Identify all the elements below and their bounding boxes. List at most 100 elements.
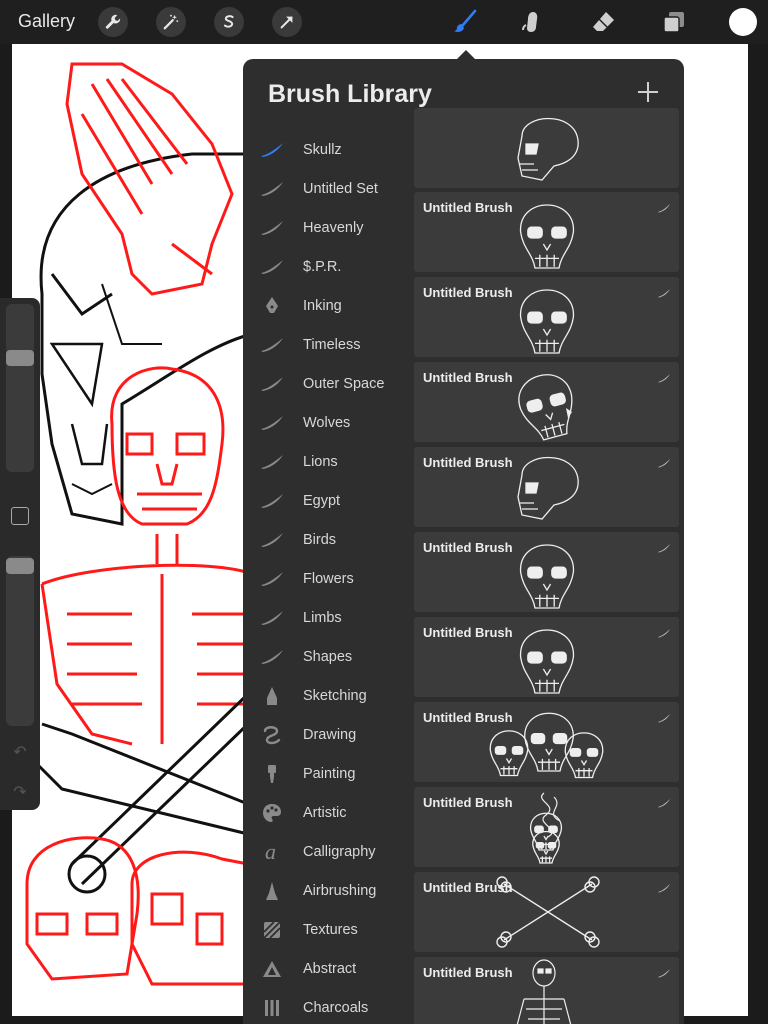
brush-set-label: Flowers [303,570,354,587]
brush-set-label: Wolves [303,414,351,431]
brush-name: Untitled Brush [423,625,513,640]
brush-set-item[interactable]: Shapes [243,637,408,676]
panel-title: Brush Library [268,80,432,108]
brush-set-item[interactable]: Sketching [243,676,408,715]
brush-card[interactable] [414,108,679,188]
brush-card[interactable]: Untitled Brush [414,447,679,527]
opacity-handle[interactable] [6,558,34,574]
paint-brush-icon [259,763,285,785]
brush-name: Untitled Brush [423,795,513,810]
brush-set-label: Inking [303,297,342,314]
brush-set-item[interactable]: a Calligraphy [243,832,408,871]
brush-name: Untitled Brush [423,965,513,980]
brush-set-item[interactable]: Wolves [243,403,408,442]
brush-set-item[interactable]: Charcoals [243,988,408,1024]
brush-set-label: Skullz [303,141,342,158]
brush-set-item[interactable]: Outer Space [243,364,408,403]
brush-card[interactable]: Untitled Brush [414,787,679,867]
brush-set-item[interactable]: Textures [243,910,408,949]
brush-set-label: Egypt [303,492,341,509]
brush-set-item[interactable]: Lions [243,442,408,481]
brush-set-item[interactable]: Artistic [243,793,408,832]
brush-set-label: Airbrushing [303,882,377,899]
brush-set-item[interactable]: Birds [243,520,408,559]
brush-set-label: Artistic [303,804,347,821]
plus-icon[interactable] [636,80,660,104]
modify-button[interactable] [11,507,29,525]
brush-card[interactable]: Untitled Brush [414,702,679,782]
brush-set-item[interactable]: Timeless [243,325,408,364]
redo-icon[interactable]: ↷ [10,782,30,802]
brush-size-slider[interactable] [6,304,34,472]
brush-stroke-icon [259,568,285,590]
brush-name: Untitled Brush [423,285,513,300]
brush-set-label: Textures [303,921,358,938]
brush-size-handle[interactable] [6,350,34,366]
brush-set-label: Birds [303,531,337,548]
brush-card[interactable]: Untitled Brush [414,192,679,272]
left-sidebar: ↶ ↷ [0,298,40,810]
brush-stroke-icon [657,285,671,298]
brush-stroke-icon [657,795,671,808]
brush-name: Untitled Brush [423,455,513,470]
svg-text:a: a [265,842,276,862]
brush-name: Untitled Brush [423,880,513,895]
brush-set-item[interactable]: Flowers [243,559,408,598]
brush-name: Untitled Brush [423,540,513,555]
undo-icon[interactable]: ↶ [10,742,30,762]
brush-stroke-icon [259,256,285,278]
brush-card[interactable]: Untitled Brush [414,362,679,442]
brush-set-item[interactable]: Egypt [243,481,408,520]
brush-stroke-icon [259,607,285,629]
brush-set-item[interactable]: Painting [243,754,408,793]
brush-set-item[interactable]: Inking [243,286,408,325]
brush-set-label: $.P.R. [303,258,342,275]
palette-icon [259,802,285,824]
brush-stroke-icon [259,178,285,200]
selection-s-icon[interactable] [214,7,244,37]
pencil-tip-icon [259,685,285,707]
brush-stroke-icon [259,217,285,239]
brush-card[interactable]: Untitled Brush [414,532,679,612]
brush-icon[interactable] [449,6,481,38]
brush-set-item[interactable]: $.P.R. [243,247,408,286]
brush-stroke-icon [657,965,671,978]
brush-set-item[interactable]: Drawing [243,715,408,754]
brush-set-label: Heavenly [303,219,364,236]
brush-set-item[interactable]: Skullz [243,130,408,169]
texture-icon [259,919,285,941]
brush-stroke-icon [657,455,671,468]
opacity-slider[interactable] [6,556,34,726]
brush-set-label: Timeless [303,336,361,353]
wrench-icon[interactable] [98,7,128,37]
brush-card[interactable]: Untitled Brush [414,277,679,357]
brush-card[interactable]: Untitled Brush [414,872,679,952]
brush-library-panel: Brush Library Skullz Untitled Set Heavenly… [243,59,684,1024]
charcoal-icon [259,997,285,1019]
brush-set-label: Shapes [303,648,353,665]
gallery-button[interactable]: Gallery [18,11,75,32]
brush-stroke-icon [657,625,671,638]
brush-stroke-icon [259,139,285,161]
brush-set-item[interactable]: Limbs [243,598,408,637]
calligraphy-a-icon: a [259,841,285,863]
transform-arrow-icon[interactable] [272,7,302,37]
brush-card[interactable]: Untitled Brush [414,957,679,1024]
color-picker[interactable] [729,8,757,36]
smudge-icon[interactable] [516,6,548,38]
layers-icon[interactable] [658,6,690,38]
brush-stroke-icon [259,373,285,395]
magic-wand-icon[interactable] [156,7,186,37]
brush-set-label: Limbs [303,609,342,626]
eraser-icon[interactable] [588,6,620,38]
brush-set-item[interactable]: Untitled Set [243,169,408,208]
brush-set-item[interactable]: Airbrushing [243,871,408,910]
pen-nib-icon [259,295,285,317]
brush-set-label: Abstract [303,960,357,977]
brush-name: Untitled Brush [423,710,513,725]
brush-stroke-icon [657,200,671,213]
brush-card[interactable]: Untitled Brush [414,617,679,697]
brush-set-item[interactable]: Abstract [243,949,408,988]
brush-set-item[interactable]: Heavenly [243,208,408,247]
triangle-icon [259,958,285,980]
